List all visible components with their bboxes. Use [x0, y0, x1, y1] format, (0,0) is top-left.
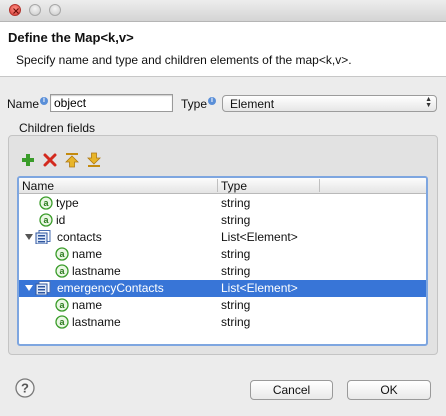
close-icon — [13, 8, 19, 14]
children-group-label: Children fields — [19, 121, 96, 135]
expand-triangle-icon[interactable] — [25, 233, 33, 241]
name-label-group: Name i — [7, 97, 49, 111]
attribute-icon: a — [55, 247, 69, 261]
tree-row[interactable]: a lastname string — [19, 314, 426, 331]
row-name: lastname — [72, 264, 121, 278]
ok-button[interactable]: OK — [347, 380, 431, 400]
maximize-window-button[interactable] — [49, 4, 61, 16]
move-up-icon[interactable] — [64, 152, 80, 168]
type-label-group: Type i — [181, 97, 217, 111]
close-window-button[interactable] — [9, 4, 21, 16]
row-name: name — [72, 298, 103, 312]
column-divider[interactable] — [217, 179, 218, 192]
page-title: Define the Map<k,v> — [8, 30, 134, 45]
row-name: lastname — [72, 315, 121, 329]
dialog-header: Define the Map<k,v> Specify name and typ… — [0, 22, 446, 77]
help-icon[interactable]: ? — [15, 378, 35, 398]
list-element-icon — [35, 230, 51, 244]
column-header-name[interactable]: Name — [22, 179, 54, 193]
column-divider[interactable] — [319, 179, 320, 192]
updown-arrows-icon: ▲ ▼ — [425, 96, 432, 109]
row-type: string — [221, 196, 251, 210]
page-description: Specify name and type and children eleme… — [16, 53, 352, 67]
row-type: List<Element> — [221, 230, 298, 244]
cancel-button[interactable]: Cancel — [250, 380, 333, 400]
tree-row[interactable]: contacts List<Element> — [19, 229, 426, 246]
type-select-value: Element — [230, 97, 275, 111]
attribute-icon: a — [55, 264, 69, 278]
tree-header: Name Type — [19, 178, 426, 194]
row-name: emergencyContacts — [57, 281, 164, 295]
tree-row[interactable]: a id string — [19, 212, 426, 229]
name-label: Name — [7, 97, 40, 111]
type-select[interactable]: Element ▲ ▼ — [222, 95, 437, 112]
add-icon[interactable] — [20, 152, 36, 168]
minimize-window-button[interactable] — [29, 4, 41, 16]
info-icon: i — [208, 97, 217, 105]
row-type: string — [221, 264, 251, 278]
tree-row[interactable]: a name string — [19, 246, 426, 263]
attribute-icon: a — [39, 196, 53, 210]
expand-triangle-icon[interactable] — [25, 284, 33, 292]
row-name: type — [56, 196, 79, 210]
tree-row[interactable]: a name string — [19, 297, 426, 314]
attribute-icon: a — [39, 213, 53, 227]
row-name: contacts — [57, 230, 102, 244]
svg-text:?: ? — [21, 381, 29, 396]
tree-row[interactable]: a lastname string — [19, 263, 426, 280]
attribute-icon: a — [55, 315, 69, 329]
row-name: id — [56, 213, 66, 227]
info-icon: i — [40, 97, 49, 105]
type-label: Type — [181, 97, 208, 111]
row-type: string — [221, 247, 251, 261]
window-titlebar — [0, 0, 446, 22]
move-down-icon[interactable] — [86, 152, 102, 168]
tree-row-selected[interactable]: emergencyContacts List<Element> — [19, 280, 426, 297]
list-element-icon — [35, 281, 51, 295]
row-type: string — [221, 213, 251, 227]
children-tree-table[interactable]: Name Type a type string a id string cont… — [17, 176, 428, 346]
row-type: List<Element> — [221, 281, 298, 295]
tree-row[interactable]: a type string — [19, 195, 426, 212]
name-input[interactable] — [50, 94, 173, 112]
row-name: name — [72, 247, 103, 261]
row-type: string — [221, 298, 251, 312]
remove-icon[interactable] — [42, 152, 58, 168]
attribute-icon: a — [55, 298, 69, 312]
row-type: string — [221, 315, 251, 329]
column-header-type[interactable]: Type — [221, 179, 247, 193]
